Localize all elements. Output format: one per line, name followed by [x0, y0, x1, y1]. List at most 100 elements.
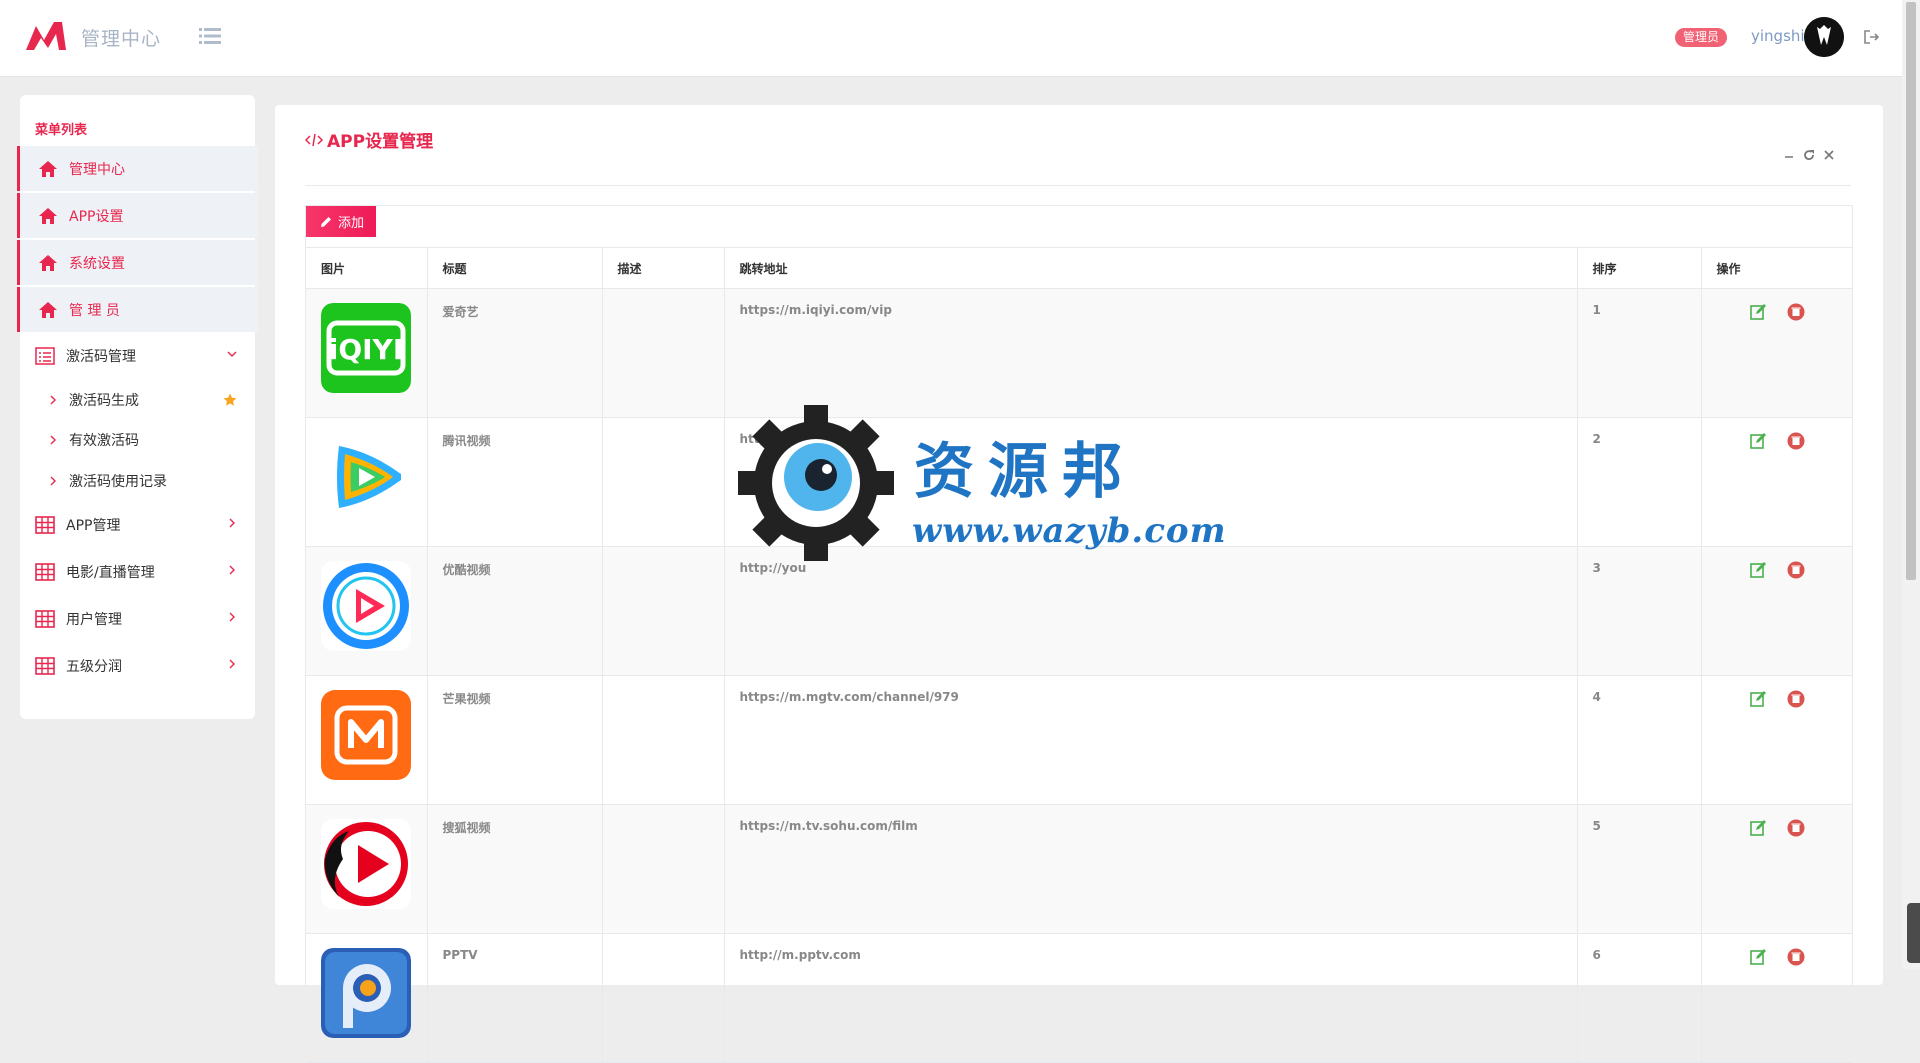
brand-logo-icon[interactable] — [26, 20, 66, 52]
edit-icon[interactable] — [1749, 561, 1767, 579]
order-cell: 4 — [1577, 675, 1702, 805]
chevron-right-icon — [229, 659, 235, 669]
delete-icon[interactable] — [1787, 948, 1805, 966]
actions-cell — [1701, 546, 1852, 676]
column-header: 描述 — [602, 247, 725, 289]
url-cell: https://m.iqiyi.com/vip — [724, 288, 1578, 418]
edit-icon[interactable] — [1749, 948, 1767, 966]
sidebar-item-label: 用户管理 — [66, 611, 122, 628]
username[interactable]: yingshi — [1751, 27, 1805, 45]
title-cell: 搜狐视频 — [427, 804, 603, 934]
grid-icon — [35, 562, 55, 581]
url-cell: http — [724, 417, 1578, 547]
sidebar-item-activation-codes[interactable]: 激活码管理 — [17, 333, 255, 378]
page-title: APP设置管理 — [305, 127, 433, 152]
image-cell — [306, 546, 428, 676]
page-scrollbar[interactable] — [1902, 0, 1920, 969]
image-cell: iQIYI — [306, 288, 428, 418]
sidebar-item-admin[interactable]: 管 理 员 — [17, 287, 258, 332]
floating-widget[interactable] — [1907, 903, 1920, 963]
sidebar-item-label: 五级分润 — [66, 658, 122, 675]
image-cell — [306, 804, 428, 934]
chevron-right-icon — [229, 565, 235, 575]
tencent-video-logo-icon — [321, 432, 411, 522]
delete-icon[interactable] — [1787, 819, 1805, 837]
sidebar-item-app-settings[interactable]: APP设置 — [17, 193, 258, 238]
sidebar-item-label: APP设置 — [69, 208, 124, 225]
page-title-text: APP设置管理 — [327, 132, 434, 152]
sidebar-subitem-generate-code[interactable]: 激活码生成 — [20, 382, 255, 418]
sidebar-item-app-management[interactable]: APP管理 — [17, 502, 255, 547]
image-cell — [306, 417, 428, 547]
edit-icon[interactable] — [1749, 690, 1767, 708]
column-header: 跳转地址 — [724, 247, 1578, 289]
column-header: 排序 — [1577, 247, 1702, 289]
edit-icon[interactable] — [1749, 432, 1767, 450]
add-button[interactable]: 添加 — [306, 206, 377, 237]
edit-icon[interactable] — [1749, 819, 1767, 837]
home-icon — [39, 207, 57, 224]
chevron-right-icon — [50, 435, 56, 445]
sidebar-item-profit-share[interactable]: 五级分润 — [17, 643, 255, 688]
delete-icon[interactable] — [1787, 690, 1805, 708]
grid-icon — [35, 656, 55, 675]
mgtv-logo-icon — [321, 690, 411, 780]
sidebar-item-dashboard[interactable]: 管理中心 — [17, 146, 258, 191]
sidebar-heading: 菜单列表 — [35, 123, 88, 138]
sidebar-item-system-settings[interactable]: 系统设置 — [17, 240, 258, 285]
desc-cell — [602, 804, 725, 934]
panel-tools — [1783, 149, 1835, 161]
desc-cell — [602, 675, 725, 805]
sidebar-subitem-code-usage[interactable]: 激活码使用记录 — [20, 463, 255, 499]
order-cell: 1 — [1577, 288, 1702, 418]
refresh-icon[interactable] — [1803, 149, 1815, 161]
delete-icon[interactable] — [1787, 303, 1805, 321]
title-cell: 爱奇艺 — [427, 288, 603, 418]
menu-toggle-icon[interactable] — [199, 27, 221, 45]
table-row: 腾讯视频 http 2 — [306, 417, 1852, 547]
logout-icon[interactable] — [1864, 30, 1880, 44]
grid-icon — [35, 609, 55, 628]
home-icon — [39, 254, 57, 271]
sidebar-item-users[interactable]: 用户管理 — [17, 596, 255, 641]
desc-cell — [602, 288, 725, 418]
column-header: 图片 — [306, 247, 428, 289]
chevron-down-icon — [227, 351, 237, 357]
avatar[interactable] — [1804, 17, 1844, 57]
sidebar-subitem-valid-codes[interactable]: 有效激活码 — [20, 422, 255, 458]
sidebar-item-movie-live[interactable]: 电影/直播管理 — [17, 549, 255, 594]
delete-icon[interactable] — [1787, 561, 1805, 579]
sidebar-item-label: 电影/直播管理 — [66, 564, 155, 581]
title-divider — [305, 185, 1851, 186]
home-icon — [39, 301, 57, 318]
sidebar-item-label: 管 理 员 — [69, 302, 120, 319]
table-row: iQIYI 爱奇艺 https://m.iqiyi.com/vip 1 — [306, 288, 1852, 418]
top-bar: 管理中心 管理员 yingshi — [0, 0, 1902, 77]
delete-icon[interactable] — [1787, 432, 1805, 450]
sidebar-item-label: 管理中心 — [69, 161, 125, 178]
avatar-image — [1804, 17, 1844, 57]
desc-cell — [602, 546, 725, 676]
sidebar-item-label: APP管理 — [66, 517, 121, 534]
code-icon — [305, 133, 323, 146]
actions-cell — [1701, 804, 1852, 934]
close-icon[interactable] — [1823, 149, 1835, 161]
url-cell: http://m.pptv.com — [724, 933, 1578, 1063]
chevron-right-icon — [50, 476, 56, 486]
brand-title: 管理中心 — [81, 28, 162, 50]
actions-cell — [1701, 288, 1852, 418]
table-row: 芒果视频 https://m.mgtv.com/channel/979 4 — [306, 675, 1852, 805]
sidebar-subitem-label: 有效激活码 — [69, 433, 139, 449]
scrollbar-thumb[interactable] — [1906, 2, 1916, 580]
table-container: 添加 图片 标题 描述 跳转地址 排序 操作 iQIYI 爱奇艺 https:/… — [305, 205, 1853, 1063]
edit-icon[interactable] — [1749, 303, 1767, 321]
url-cell: https://m.mgtv.com/channel/979 — [724, 675, 1578, 805]
grid-icon — [35, 515, 55, 534]
chevron-right-icon — [229, 518, 235, 528]
sidebar-subitem-label: 激活码使用记录 — [69, 474, 167, 490]
minimize-icon[interactable] — [1783, 149, 1795, 161]
sidebar-item-label: 激活码管理 — [66, 348, 136, 365]
sidebar-subitem-label: 激活码生成 — [69, 393, 139, 409]
pencil-icon — [321, 216, 331, 227]
table-row: PPTV http://m.pptv.com 6 — [306, 933, 1852, 1063]
